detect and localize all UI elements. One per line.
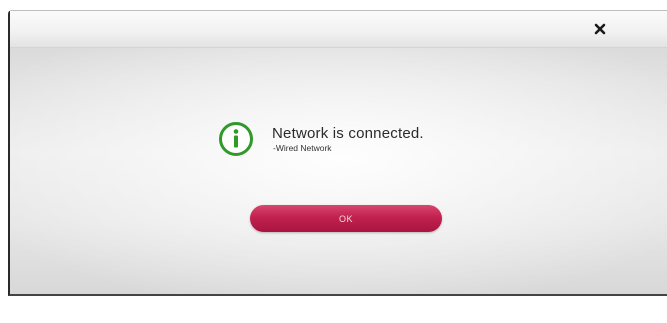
- ok-button-label: OK: [338, 213, 353, 224]
- info-icon: [219, 122, 253, 156]
- message-title: Network is connected.: [272, 124, 424, 142]
- message-subtitle: -Wired Network: [273, 142, 332, 153]
- close-button[interactable]: [589, 18, 611, 40]
- close-icon: [594, 23, 606, 35]
- ok-button[interactable]: OK: [250, 205, 442, 232]
- network-status-dialog: Network is connected. -Wired Network OK: [8, 10, 667, 296]
- connection-message: Network is connected. -Wired Network: [218, 121, 424, 157]
- message-text: Network is connected. -Wired Network: [272, 125, 424, 154]
- dialog-title-bar: [10, 11, 667, 48]
